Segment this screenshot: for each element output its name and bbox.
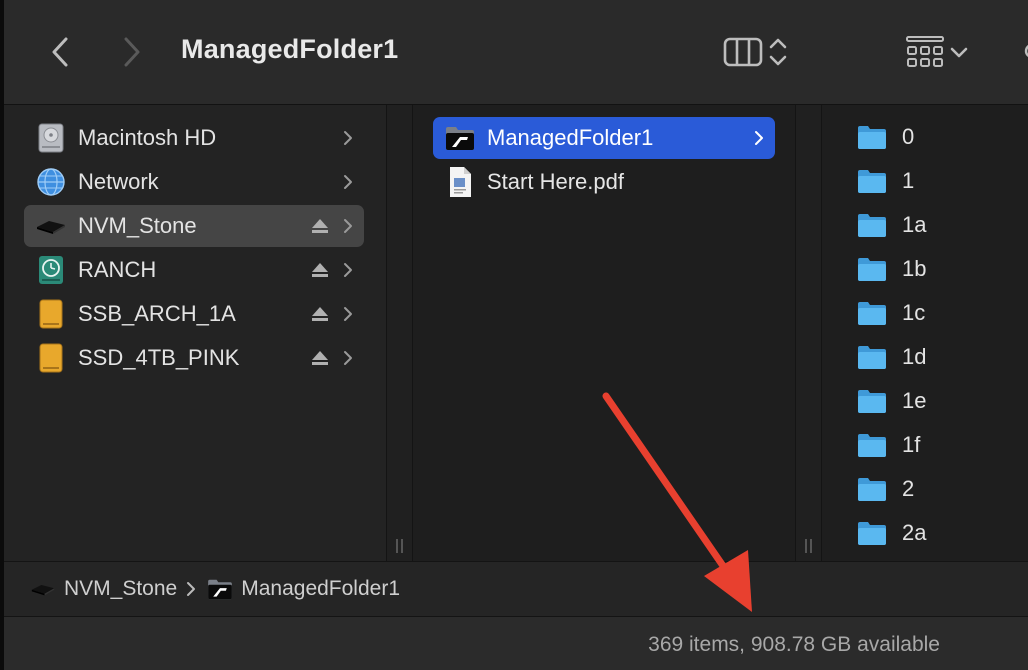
list-item-managedfolder1[interactable]: ManagedFolder1 bbox=[433, 117, 775, 159]
folder-icon bbox=[856, 517, 888, 549]
folder-icon bbox=[856, 473, 888, 505]
folder-list-item[interactable]: 1 bbox=[852, 159, 1022, 203]
folder-label: 0 bbox=[902, 124, 915, 149]
back-button[interactable] bbox=[42, 30, 78, 74]
path-segment-label: ManagedFolder1 bbox=[241, 577, 401, 600]
folder-list-item[interactable]: 1f bbox=[852, 423, 1022, 467]
chevron-right-icon bbox=[187, 582, 196, 596]
up-down-chevron-icon bbox=[769, 38, 787, 66]
sidebar-item-ssb-arch-1a[interactable]: SSB_ARCH_1A bbox=[24, 293, 364, 335]
window-title: ManagedFolder1 bbox=[181, 34, 399, 64]
folder-icon bbox=[856, 165, 888, 197]
sidebar-item-network[interactable]: Network bbox=[24, 161, 364, 203]
eject-icon[interactable] bbox=[310, 216, 330, 236]
folder-label: 1a bbox=[902, 212, 927, 237]
folder-label: 1c bbox=[902, 300, 926, 325]
network-globe-icon bbox=[34, 165, 68, 199]
chevron-left-icon bbox=[52, 37, 68, 67]
folder-label: 2 bbox=[902, 476, 915, 501]
chevron-right-icon[interactable] bbox=[342, 217, 354, 235]
list-item-start-here-pdf[interactable]: Start Here.pdf bbox=[433, 161, 775, 203]
path-segment-label: NVM_Stone bbox=[64, 577, 178, 600]
sidebar-item-macintosh-hd[interactable]: Macintosh HD bbox=[24, 117, 364, 159]
chevron-right-icon[interactable] bbox=[342, 305, 354, 323]
chevron-right-icon[interactable] bbox=[342, 261, 354, 279]
list-item-label: ManagedFolder1 bbox=[487, 125, 654, 150]
sidebar-item-label: RANCH bbox=[78, 257, 157, 282]
status-text: 369 items, 908.78 GB available bbox=[648, 633, 940, 656]
chevron-down-icon bbox=[950, 47, 968, 58]
folder-list-item[interactable]: 1e bbox=[852, 379, 1022, 423]
folder-list-item[interactable]: 2a bbox=[852, 511, 1022, 555]
forward-button[interactable] bbox=[114, 30, 150, 74]
external-drive-icon bbox=[34, 297, 68, 331]
folder-list-item[interactable]: 1a bbox=[852, 203, 1022, 247]
folder-icon bbox=[856, 297, 888, 329]
toolbar: ManagedFolder1 bbox=[4, 0, 1028, 105]
chevron-right-icon bbox=[124, 37, 140, 67]
folder-label: 1b bbox=[902, 256, 927, 281]
external-ssd-icon bbox=[34, 209, 68, 243]
folder-label: 1 bbox=[902, 168, 915, 193]
folder-list-item[interactable]: 1b bbox=[852, 247, 1022, 291]
status-bar: 369 items, 908.78 GB available bbox=[4, 617, 1028, 670]
path-bar: NVM_Stone ManagedFolder1 bbox=[4, 561, 1028, 617]
sidebar-item-label: Macintosh HD bbox=[78, 125, 217, 150]
chevron-right-icon[interactable] bbox=[342, 129, 354, 147]
folder-icon bbox=[856, 253, 888, 285]
group-by-button[interactable] bbox=[904, 30, 972, 74]
folder-icon bbox=[856, 341, 888, 373]
finder-window: ManagedFolder1 Macintosh HD Network NVM_… bbox=[0, 0, 1028, 670]
chevron-right-icon[interactable] bbox=[342, 173, 354, 191]
managed-folder-icon bbox=[443, 121, 477, 155]
folder-list-item[interactable]: 1d bbox=[852, 335, 1022, 379]
sidebar-item-ranch[interactable]: RANCH bbox=[24, 249, 364, 291]
sidebar-item-ssd-4tb-pink[interactable]: SSD_4TB_PINK bbox=[24, 337, 364, 379]
folder-label: 1e bbox=[902, 388, 927, 413]
column-resize-handle[interactable] bbox=[386, 105, 413, 561]
view-mode-button[interactable] bbox=[722, 30, 790, 74]
sidebar-item-label: SSD_4TB_PINK bbox=[78, 345, 240, 370]
chevron-right-icon[interactable] bbox=[753, 129, 765, 147]
eject-icon[interactable] bbox=[310, 304, 330, 324]
folder-list-item[interactable]: 2 bbox=[852, 467, 1022, 511]
list-item-label: Start Here.pdf bbox=[487, 169, 624, 194]
folder-label: 1f bbox=[902, 432, 921, 457]
columns-view-icon bbox=[723, 37, 763, 67]
column-browser-pane: 0 1 1a 1b 1c 1d 1e 1f 2 2a bbox=[822, 105, 1028, 561]
folder-label: 1d bbox=[902, 344, 927, 369]
time-machine-drive-icon bbox=[34, 253, 68, 287]
internal-drive-icon bbox=[34, 121, 68, 155]
external-ssd-icon bbox=[28, 577, 58, 601]
sidebar-item-label: SSB_ARCH_1A bbox=[78, 301, 236, 326]
folder-label: 2a bbox=[902, 520, 927, 545]
chevron-right-icon[interactable] bbox=[342, 349, 354, 367]
path-segment-managedfolder1[interactable]: ManagedFolder1 bbox=[205, 577, 400, 601]
column-browser-pane: ManagedFolder1 Start Here.pdf bbox=[413, 105, 795, 561]
column-resize-handle[interactable] bbox=[795, 105, 822, 561]
folder-icon bbox=[856, 121, 888, 153]
sidebar: Macintosh HD Network NVM_Stone RANCH SSB… bbox=[4, 105, 386, 561]
sidebar-item-label: NVM_Stone bbox=[78, 213, 197, 238]
folder-list-item[interactable]: 1c bbox=[852, 291, 1022, 335]
eject-icon[interactable] bbox=[310, 348, 330, 368]
folder-list-item[interactable]: 0 bbox=[852, 115, 1022, 159]
toolbar-overflow-icon[interactable] bbox=[1022, 36, 1028, 66]
folder-icon bbox=[856, 429, 888, 461]
folder-icon bbox=[856, 385, 888, 417]
folder-icon bbox=[856, 209, 888, 241]
managed-folder-icon bbox=[205, 577, 235, 601]
path-segment-nvm-stone[interactable]: NVM_Stone bbox=[28, 577, 177, 601]
sidebar-item-label: Network bbox=[78, 169, 159, 194]
group-grid-icon bbox=[906, 36, 944, 67]
pdf-document-icon bbox=[443, 165, 477, 199]
sidebar-item-nvm-stone[interactable]: NVM_Stone bbox=[24, 205, 364, 247]
eject-icon[interactable] bbox=[310, 260, 330, 280]
external-drive-icon bbox=[34, 341, 68, 375]
